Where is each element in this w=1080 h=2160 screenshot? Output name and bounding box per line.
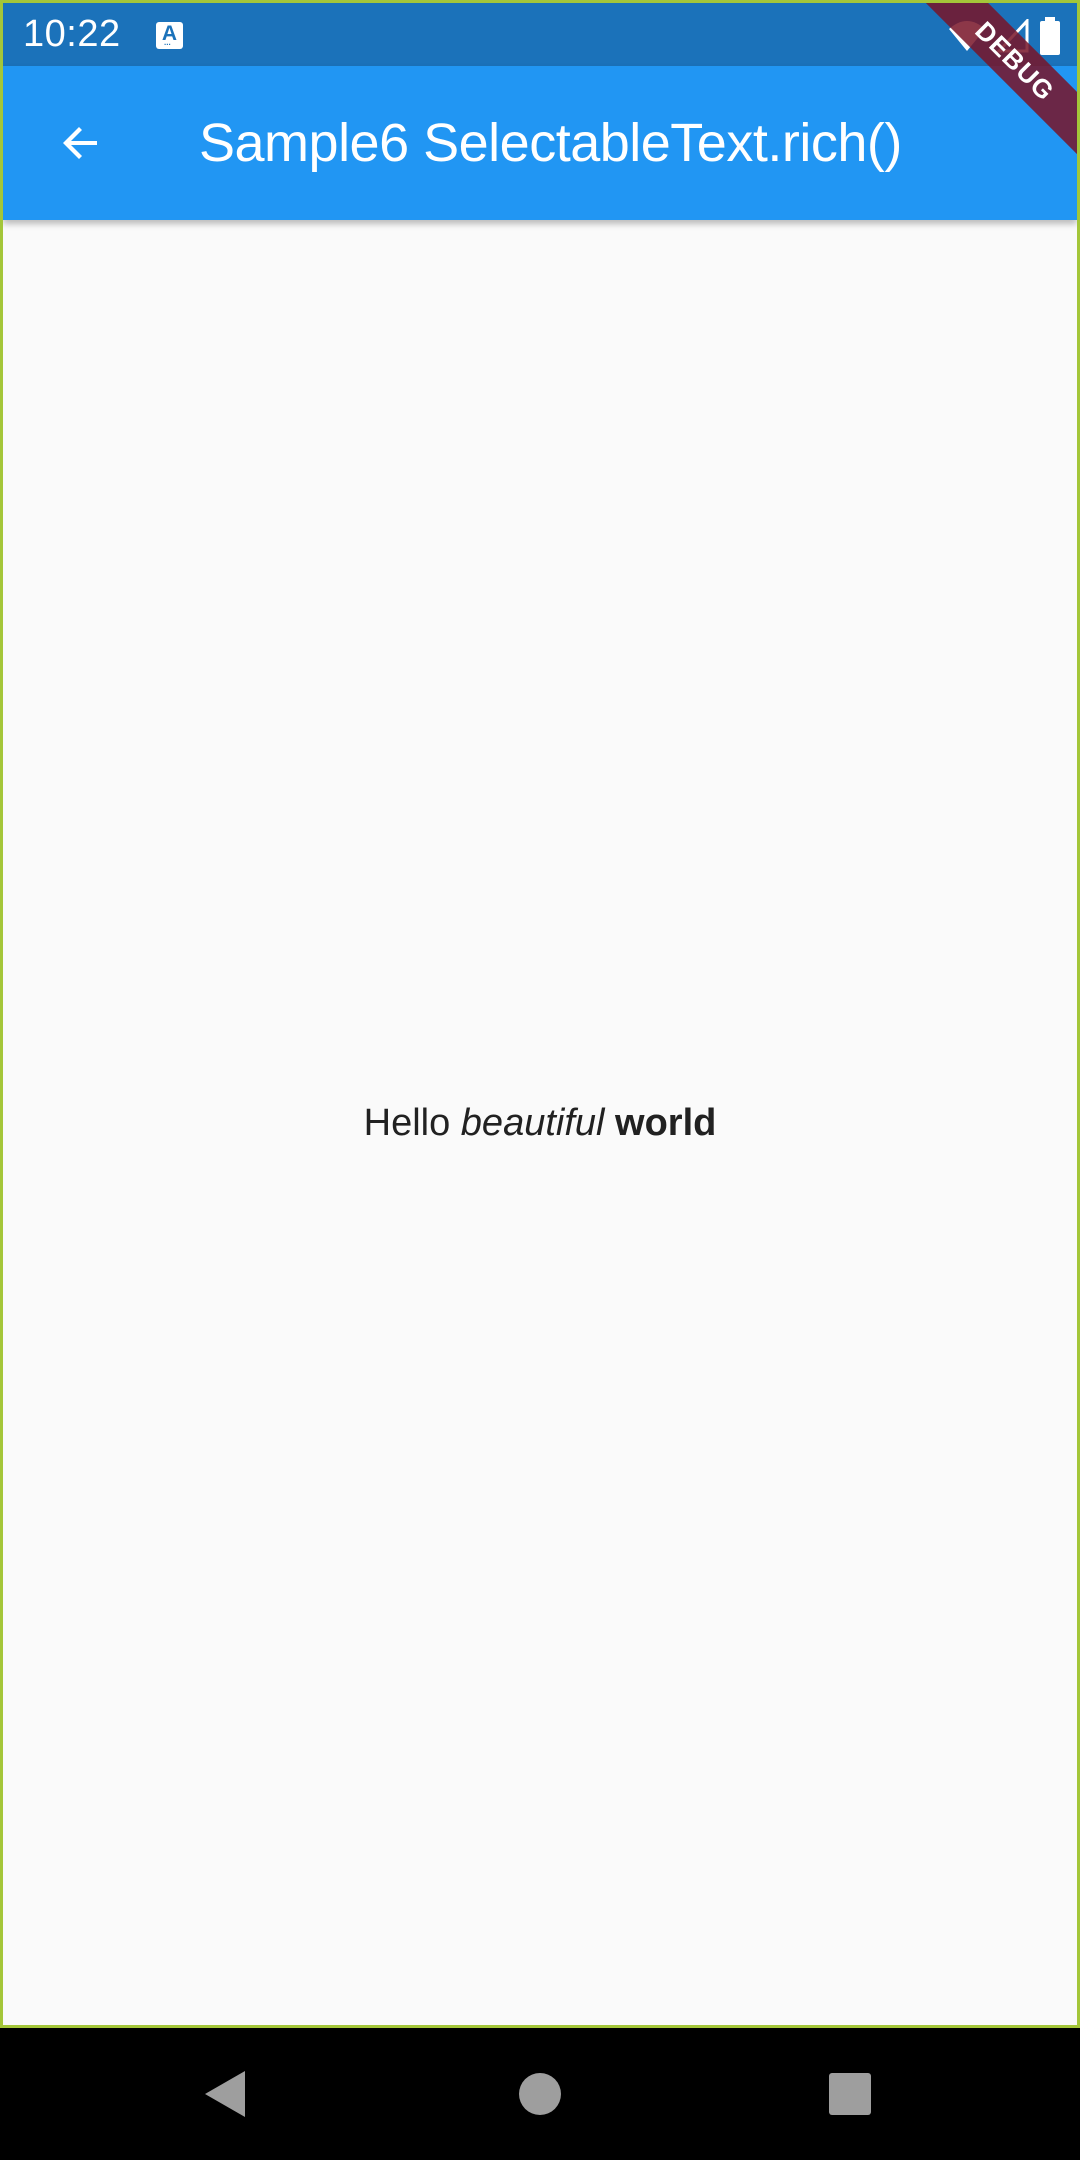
selectable-rich-text[interactable]: Hello beautiful world [3, 1102, 1077, 1145]
back-button[interactable] [37, 99, 125, 187]
app-window: 10:22 A... Sample6 SelectableText.rich()… [0, 0, 1080, 2028]
app-bar: Sample6 SelectableText.rich() [3, 66, 1077, 220]
battery-icon [1040, 17, 1060, 55]
home-circle-icon [519, 2073, 561, 2115]
device-screen: 10:22 A... Sample6 SelectableText.rich()… [0, 0, 1080, 2160]
status-time: 10:22 [23, 13, 121, 55]
page-title: Sample6 SelectableText.rich() [199, 113, 902, 173]
rich-text-italic: beautiful [460, 1102, 605, 1144]
nav-back-button[interactable] [185, 2054, 265, 2134]
accessibility-a-icon: A... [156, 22, 183, 49]
back-triangle-icon [205, 2071, 245, 2117]
main-content: Hello beautiful world [3, 220, 1077, 2025]
arrow-back-icon [63, 127, 97, 159]
rich-text-plain: Hello [363, 1102, 461, 1144]
nav-home-button[interactable] [500, 2054, 580, 2134]
navigation-bar [0, 2028, 1080, 2160]
recents-square-icon [829, 2073, 871, 2115]
rich-text-space [604, 1102, 615, 1144]
status-bar: 10:22 A... [3, 3, 1077, 66]
nav-recents-button[interactable] [810, 2054, 890, 2134]
rich-text-bold: world [615, 1102, 717, 1144]
